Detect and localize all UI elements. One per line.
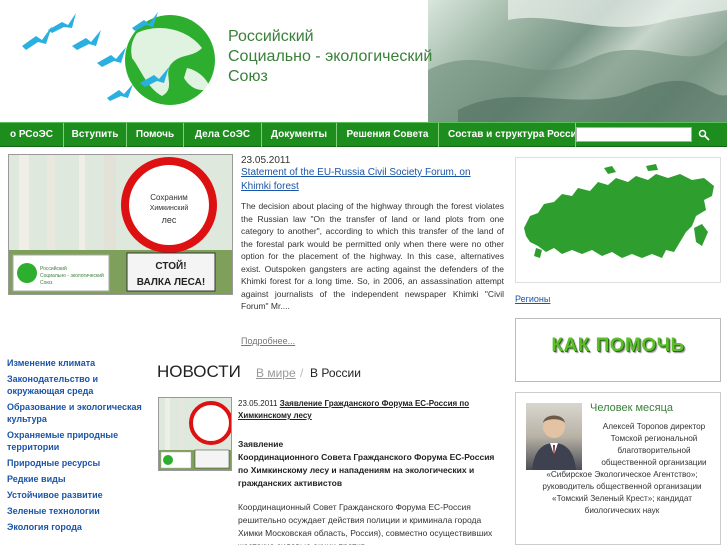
category-rare-species[interactable]: Редкие виды <box>7 473 155 485</box>
feature-more-link[interactable]: Подробнее... <box>241 336 295 346</box>
header: Российский Социально - экологический Сою… <box>0 0 727 122</box>
mini-logo-text-2: Социально - экологический <box>40 272 104 279</box>
search-icon <box>698 129 710 141</box>
site-title: Российский Социально - экологический Сою… <box>228 27 432 87</box>
mini-logo-text-3: Союз <box>40 280 53 286</box>
protest-sign-photo: Сохраним Химкинский лес СТОЙ! ВАЛКА ЛЕСА… <box>9 155 232 294</box>
news-thumbnail[interactable] <box>158 397 232 471</box>
category-climate[interactable]: Изменение климата <box>7 357 155 369</box>
nav-item-join[interactable]: Вступить <box>64 123 127 147</box>
main-nav: о РСоЭС Вступить Помочь Дела СоЭС Докуме… <box>0 122 727 147</box>
nav-item-documents[interactable]: Документы <box>262 123 337 147</box>
feature-title-link[interactable]: Statement of the EU-Russia Civil Society… <box>241 166 491 194</box>
sign-text-cutting: ВАЛКА ЛЕСА! <box>137 277 205 288</box>
category-natural-resources[interactable]: Природные ресурсы <box>7 457 155 469</box>
russia-map-icon <box>524 164 714 258</box>
category-green-tech[interactable]: Зеленые технологии <box>7 505 155 517</box>
tab-world[interactable]: В мире <box>256 366 296 380</box>
nav-item-structure[interactable]: Состав и структура России <box>439 123 576 147</box>
feature-text: The decision about placing of the highwa… <box>241 201 504 311</box>
news-heading-line-1: Заявление <box>238 439 284 449</box>
person-description-rest: «Сибирское Экологическое Агентство»; рук… <box>542 470 702 515</box>
page: Российский Социально - экологический Сою… <box>0 0 727 545</box>
nav-item-about[interactable]: о РСоЭС <box>0 123 64 147</box>
site-title-line-2: Социально - экологический <box>228 48 433 65</box>
person-of-month-title: Человек месяца <box>590 402 674 414</box>
tab-separator: / <box>300 366 304 380</box>
feature-image[interactable]: Сохраним Химкинский лес СТОЙ! ВАЛКА ЛЕСА… <box>8 154 233 295</box>
news-body: Координационный Совет Гражданского Форум… <box>238 502 493 545</box>
sign-text-stop: СТОЙ! <box>155 259 186 272</box>
news-section-title: НОВОСТИ <box>157 362 241 381</box>
how-to-help-banner[interactable]: КАК ПОМОЧЬ <box>515 318 721 382</box>
person-description: Алексей Торопов директор Томской региона… <box>526 421 718 517</box>
sign-text-forest: лес <box>162 215 177 225</box>
search-input[interactable] <box>576 127 692 142</box>
category-list: Изменение климата Законодательство и окр… <box>7 357 155 537</box>
category-law[interactable]: Законодательство и окружающая среда <box>7 373 155 397</box>
person-of-month-box: Человек месяца Алексей Торопов директор … <box>515 392 721 545</box>
news-heading: Заявление Координационного Совета Гражда… <box>238 438 498 490</box>
russia-map[interactable] <box>515 157 721 283</box>
news-heading-text: Координационного Совета Гражданского Фор… <box>238 452 495 488</box>
category-education[interactable]: Образование и экологическая культура <box>7 401 155 425</box>
site-title-line-3: Союз <box>228 68 268 85</box>
category-sustainable[interactable]: Устойчивое развитие <box>7 489 155 501</box>
sign-text-top: Сохраним <box>150 193 187 202</box>
news-date: 23.05.2011 <box>238 399 278 408</box>
search-button[interactable] <box>693 126 715 144</box>
logo-birds-globe-icon <box>22 12 215 105</box>
how-to-help-text: КАК ПОМОЧЬ <box>551 335 685 356</box>
mini-logo-text-1: Российский <box>40 265 67 272</box>
tab-russia[interactable]: В России <box>310 366 361 380</box>
category-urban-ecology[interactable]: Экология города <box>7 521 155 533</box>
news-thumbnail-photo <box>159 398 231 470</box>
sign-text-middle: Химкинский <box>150 204 189 212</box>
regions-link[interactable]: Регионы <box>515 294 550 304</box>
landscape-texture <box>428 0 727 122</box>
site-title-line-1: Российский <box>228 28 314 45</box>
news-item-link[interactable]: 23.05.2011 Заявление Гражданского Форума… <box>238 398 493 422</box>
nav-item-council-decisions[interactable]: Решения Совета <box>337 123 439 147</box>
header-landscape-photo <box>428 0 727 122</box>
feature-date: 23.05.2011 <box>241 155 291 166</box>
person-description-intro: Алексей Торопов директор Томской региона… <box>601 422 707 467</box>
nav-item-help[interactable]: Помочь <box>127 123 184 147</box>
nav-item-affairs[interactable]: Дела СоЭС <box>184 123 262 147</box>
category-protected-areas[interactable]: Охраняемые природные территории <box>7 429 155 453</box>
